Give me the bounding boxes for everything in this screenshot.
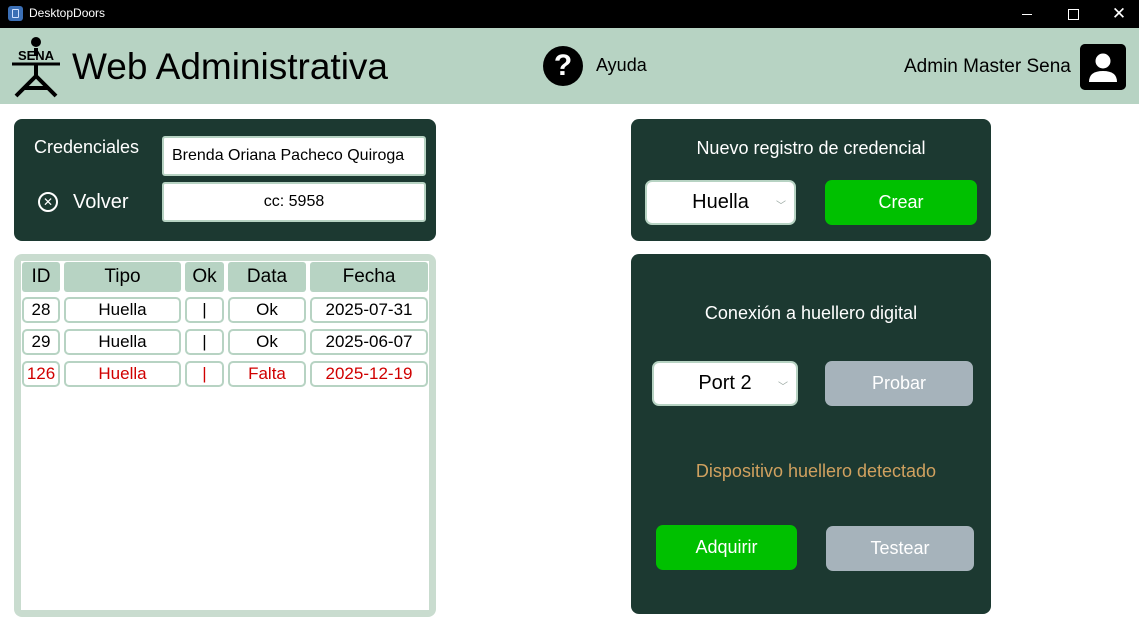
app-header: SENA Web Administrativa ? Ayuda Admin Ma…	[0, 28, 1139, 104]
user-name: Admin Master Sena	[904, 56, 1071, 77]
window-title: DesktopDoors	[29, 6, 106, 20]
test-button[interactable]: Testear	[826, 526, 974, 571]
new-credential-panel: Nuevo registro de credencial Huella ﹀ Cr…	[631, 119, 991, 241]
back-button[interactable]: ✕ Volver	[38, 189, 129, 215]
close-icon: ✕	[1111, 3, 1127, 24]
user-avatar-icon[interactable]	[1080, 44, 1126, 90]
port-value: Port 2	[698, 372, 752, 394]
close-button[interactable]: ✕	[1096, 0, 1139, 28]
acquire-button[interactable]: Adquirir	[656, 525, 797, 570]
table-cell-fecha[interactable]: 2025-06-07	[310, 329, 428, 355]
table-cell-tipo[interactable]: Huella	[64, 329, 181, 355]
credential-type-select[interactable]: Huella ﹀	[645, 180, 796, 225]
minimize-button[interactable]	[1004, 0, 1050, 28]
table-cell-id[interactable]: 29	[22, 329, 60, 355]
maximize-icon	[1067, 8, 1079, 20]
table-cell-tipo[interactable]: Huella	[64, 297, 181, 323]
col-header-id: ID	[22, 262, 60, 292]
close-circle-icon: ✕	[38, 192, 58, 212]
maximize-button[interactable]	[1050, 0, 1096, 28]
credential-type-value: Huella	[692, 191, 749, 213]
col-header-ok: Ok	[185, 262, 224, 292]
app-icon	[8, 6, 23, 21]
sena-logo-text: SENA	[18, 48, 55, 63]
credentials-table-body[interactable]: ID Tipo Ok Data Fecha 28 Huella | Ok 202…	[21, 261, 429, 610]
col-header-data: Data	[228, 262, 306, 292]
fingerprint-connection-panel: Conexión a huellero digital Port 2 ﹀ Pro…	[631, 254, 991, 614]
table-cell-id[interactable]: 126	[22, 361, 60, 387]
user-fullname-field[interactable]: Brenda Oriana Pacheco Quiroga	[162, 136, 426, 176]
credentials-panel: Credenciales ✕ Volver Brenda Oriana Pach…	[14, 119, 436, 241]
user-cc-field[interactable]: cc: 5958	[162, 182, 426, 222]
table-cell-tipo[interactable]: Huella	[64, 361, 181, 387]
credentials-table: ID Tipo Ok Data Fecha 28 Huella | Ok 202…	[14, 254, 436, 617]
table-cell-fecha[interactable]: 2025-12-19	[310, 361, 428, 387]
port-select[interactable]: Port 2 ﹀	[652, 361, 798, 406]
table-cell-id[interactable]: 28	[22, 297, 60, 323]
device-status-text: Dispositivo huellero detectado	[695, 461, 937, 481]
minimize-icon	[1022, 13, 1032, 15]
table-cell-ok[interactable]: |	[185, 361, 224, 387]
table-cell-data[interactable]: Ok	[228, 329, 306, 355]
new-credential-title: Nuevo registro de credencial	[696, 138, 926, 158]
table-cell-ok[interactable]: |	[185, 329, 224, 355]
create-button[interactable]: Crear	[825, 180, 977, 225]
credentials-label: Credenciales	[34, 137, 140, 157]
table-cell-data[interactable]: Falta	[228, 361, 306, 387]
col-header-fecha: Fecha	[310, 262, 428, 292]
col-header-tipo: Tipo	[64, 262, 181, 292]
probe-button[interactable]: Probar	[825, 361, 973, 406]
sena-logo: SENA	[12, 37, 60, 98]
table-cell-data[interactable]: Ok	[228, 297, 306, 323]
chevron-down-icon: ﹀	[776, 200, 786, 212]
back-label: Volver	[73, 191, 129, 213]
page-title: Web Administrativa	[72, 46, 388, 87]
table-cell-fecha[interactable]: 2025-07-31	[310, 297, 428, 323]
window-titlebar: DesktopDoors ✕	[0, 0, 1139, 28]
help-link[interactable]: Ayuda	[596, 55, 647, 75]
help-icon[interactable]: ?	[543, 46, 583, 86]
table-cell-ok[interactable]: |	[185, 297, 224, 323]
chevron-down-icon: ﹀	[778, 381, 788, 393]
connection-title: Conexión a huellero digital	[704, 303, 918, 323]
